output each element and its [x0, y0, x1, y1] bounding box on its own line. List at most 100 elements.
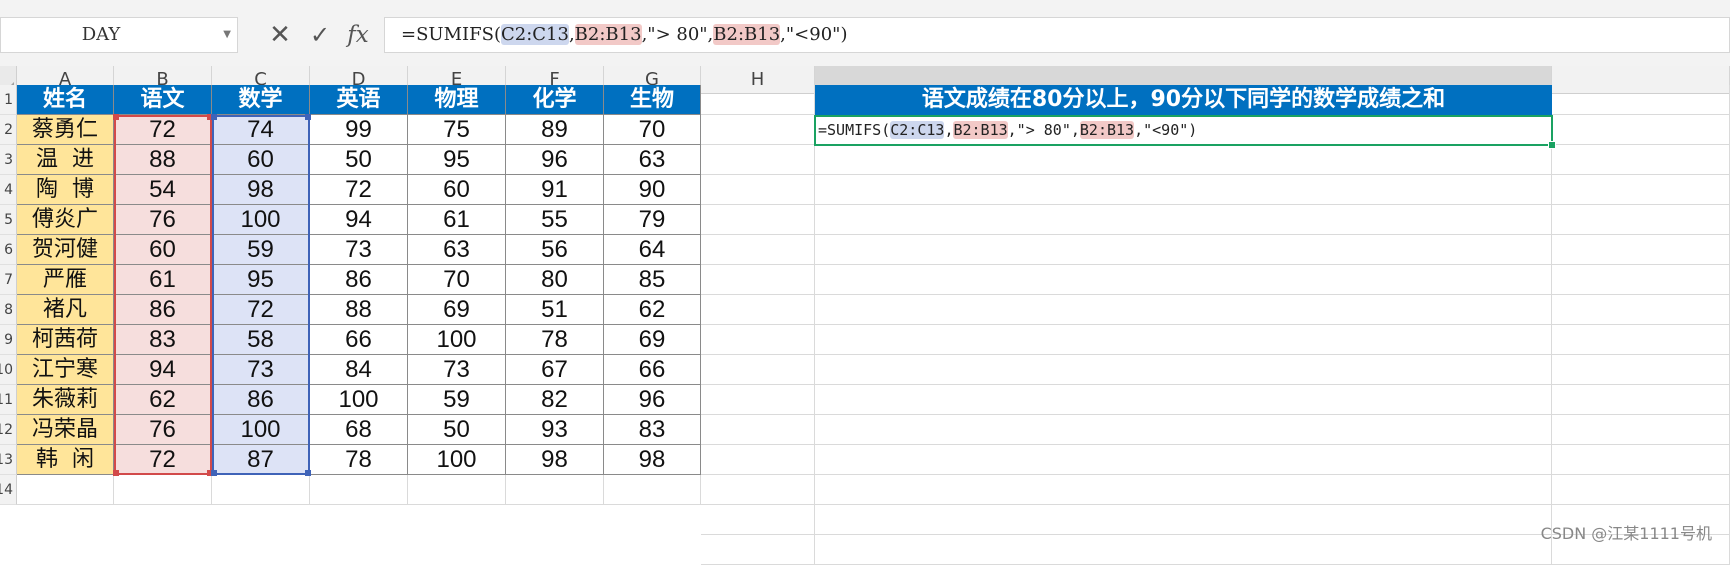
score-cell[interactable]: 58 [212, 325, 310, 355]
student-name-cell[interactable]: 朱薇莉 [17, 385, 114, 415]
empty-cell[interactable] [1552, 355, 1730, 385]
score-cell[interactable]: 95 [212, 265, 310, 295]
score-cell[interactable]: 66 [604, 355, 701, 385]
empty-cell[interactable] [701, 385, 815, 415]
empty-cell[interactable] [1552, 85, 1730, 115]
score-cell[interactable]: 99 [310, 115, 408, 145]
table-header-cell[interactable]: 姓名 [17, 85, 114, 115]
empty-cell[interactable] [1552, 445, 1730, 475]
empty-cell[interactable] [815, 325, 1552, 355]
score-cell[interactable]: 91 [506, 175, 604, 205]
empty-cell[interactable] [701, 295, 815, 325]
table-header-cell[interactable]: 化学 [506, 85, 604, 115]
score-cell[interactable]: 63 [408, 235, 506, 265]
empty-cell[interactable] [701, 265, 815, 295]
empty-cell[interactable] [701, 505, 815, 535]
score-cell[interactable]: 86 [212, 385, 310, 415]
score-cell[interactable]: 59 [408, 385, 506, 415]
score-cell[interactable]: 100 [212, 415, 310, 445]
empty-cell[interactable] [815, 355, 1552, 385]
score-cell[interactable]: 100 [212, 205, 310, 235]
name-box-dropdown-icon[interactable]: ▼ [223, 18, 231, 52]
empty-cell[interactable] [815, 535, 1552, 565]
student-name-cell[interactable]: 陶 博 [17, 175, 114, 205]
row-header-4[interactable]: 4 [0, 175, 17, 205]
student-name-cell[interactable]: 严雁 [17, 265, 114, 295]
score-cell[interactable]: 73 [310, 235, 408, 265]
score-cell[interactable]: 72 [212, 295, 310, 325]
score-cell[interactable]: 76 [114, 415, 212, 445]
empty-cell[interactable] [815, 295, 1552, 325]
score-cell[interactable]: 83 [604, 415, 701, 445]
empty-cell[interactable] [506, 475, 604, 505]
insert-function-icon[interactable]: fx [343, 17, 373, 53]
score-cell[interactable]: 86 [310, 265, 408, 295]
score-cell[interactable]: 96 [604, 385, 701, 415]
score-cell[interactable]: 100 [408, 325, 506, 355]
score-cell[interactable]: 56 [506, 235, 604, 265]
score-cell[interactable]: 67 [506, 355, 604, 385]
row-header-14[interactable]: 14 [0, 475, 17, 505]
student-name-cell[interactable]: 江宁寒 [17, 355, 114, 385]
score-cell[interactable]: 85 [604, 265, 701, 295]
empty-cell[interactable] [815, 475, 1552, 505]
score-cell[interactable]: 62 [114, 385, 212, 415]
empty-cell[interactable] [1552, 385, 1730, 415]
score-cell[interactable]: 96 [506, 145, 604, 175]
student-name-cell[interactable]: 冯荣晶 [17, 415, 114, 445]
score-cell[interactable]: 95 [408, 145, 506, 175]
empty-cell[interactable] [1552, 115, 1730, 145]
row-header-3[interactable]: 3 [0, 145, 17, 175]
empty-cell[interactable] [815, 505, 1552, 535]
empty-cell[interactable] [815, 145, 1552, 175]
empty-cell[interactable] [815, 265, 1552, 295]
score-cell[interactable]: 59 [212, 235, 310, 265]
score-cell[interactable]: 60 [212, 145, 310, 175]
empty-cell[interactable] [1552, 475, 1730, 505]
score-cell[interactable]: 100 [408, 445, 506, 475]
row-header-6[interactable]: 6 [0, 235, 17, 265]
name-box[interactable]: DAY ▼ [0, 17, 238, 53]
student-name-cell[interactable]: 褚凡 [17, 295, 114, 325]
empty-cell[interactable] [1552, 325, 1730, 355]
empty-cell[interactable] [701, 535, 815, 565]
score-cell[interactable]: 64 [604, 235, 701, 265]
empty-cell[interactable] [815, 205, 1552, 235]
student-name-cell[interactable]: 傅炎广 [17, 205, 114, 235]
score-cell[interactable]: 68 [310, 415, 408, 445]
empty-cell[interactable] [1552, 235, 1730, 265]
empty-cell[interactable] [701, 145, 815, 175]
table-header-cell[interactable]: 生物 [604, 85, 701, 115]
score-cell[interactable]: 72 [310, 175, 408, 205]
score-cell[interactable]: 69 [604, 325, 701, 355]
empty-cell[interactable] [701, 325, 815, 355]
score-cell[interactable]: 60 [408, 175, 506, 205]
row-header-13[interactable]: 13 [0, 445, 17, 475]
score-cell[interactable]: 98 [604, 445, 701, 475]
empty-cell[interactable] [1552, 175, 1730, 205]
empty-cell[interactable] [310, 475, 408, 505]
score-cell[interactable]: 84 [310, 355, 408, 385]
student-name-cell[interactable]: 温 进 [17, 145, 114, 175]
score-cell[interactable]: 61 [114, 265, 212, 295]
row-header-10[interactable]: 10 [0, 355, 17, 385]
score-cell[interactable]: 93 [506, 415, 604, 445]
score-cell[interactable]: 86 [114, 295, 212, 325]
empty-cell[interactable] [701, 475, 815, 505]
empty-cell[interactable] [1552, 295, 1730, 325]
empty-cell[interactable] [212, 475, 310, 505]
empty-cell[interactable] [408, 475, 506, 505]
student-name-cell[interactable]: 柯茜荷 [17, 325, 114, 355]
student-name-cell[interactable]: 蔡勇仁 [17, 115, 114, 145]
empty-cell[interactable] [701, 205, 815, 235]
score-cell[interactable]: 63 [604, 145, 701, 175]
empty-cell[interactable] [701, 235, 815, 265]
student-name-cell[interactable]: 韩 闲 [17, 445, 114, 475]
active-cell[interactable]: =SUMIFS(C2:C13,B2:B13,"> 80",B2:B13,"<90… [814, 115, 1556, 149]
score-cell[interactable]: 88 [310, 295, 408, 325]
score-cell[interactable]: 61 [408, 205, 506, 235]
score-cell[interactable]: 83 [114, 325, 212, 355]
confirm-icon[interactable]: ✓ [305, 17, 335, 53]
score-cell[interactable]: 51 [506, 295, 604, 325]
score-cell[interactable]: 78 [310, 445, 408, 475]
